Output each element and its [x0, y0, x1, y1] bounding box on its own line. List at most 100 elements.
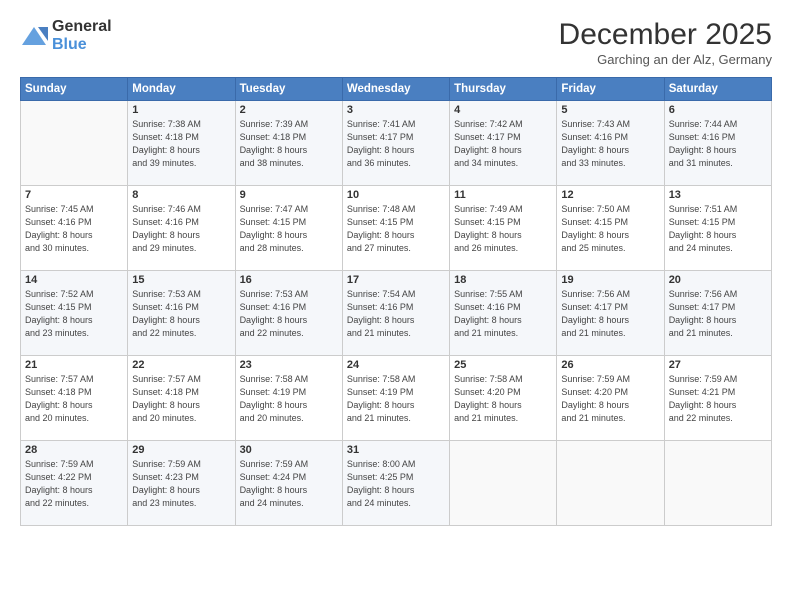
day-info-line: Daylight: 8 hours — [454, 144, 552, 157]
day-info-line: and 20 minutes. — [25, 412, 123, 425]
day-info-line: and 31 minutes. — [669, 157, 767, 170]
day-number: 17 — [347, 274, 445, 286]
day-info-line: Daylight: 8 hours — [25, 484, 123, 497]
day-info-line: Daylight: 8 hours — [25, 399, 123, 412]
calendar-cell: 9Sunrise: 7:47 AMSunset: 4:15 PMDaylight… — [235, 186, 342, 271]
day-info-line: Sunrise: 7:56 AM — [561, 288, 659, 301]
week-row-4: 28Sunrise: 7:59 AMSunset: 4:22 PMDayligh… — [21, 441, 772, 526]
day-info-line: and 25 minutes. — [561, 242, 659, 255]
day-info: Sunrise: 7:52 AMSunset: 4:15 PMDaylight:… — [25, 288, 123, 340]
day-info: Sunrise: 7:38 AMSunset: 4:18 PMDaylight:… — [132, 118, 230, 170]
day-info: Sunrise: 7:49 AMSunset: 4:15 PMDaylight:… — [454, 203, 552, 255]
day-number: 24 — [347, 359, 445, 371]
day-info-line: and 22 minutes. — [132, 327, 230, 340]
calendar-cell — [557, 441, 664, 526]
day-info-line: Daylight: 8 hours — [347, 229, 445, 242]
day-info-line: and 33 minutes. — [561, 157, 659, 170]
day-info: Sunrise: 7:57 AMSunset: 4:18 PMDaylight:… — [25, 373, 123, 425]
calendar-cell: 21Sunrise: 7:57 AMSunset: 4:18 PMDayligh… — [21, 356, 128, 441]
day-info-line: Daylight: 8 hours — [561, 144, 659, 157]
day-number: 18 — [454, 274, 552, 286]
day-info-line: Sunset: 4:17 PM — [669, 301, 767, 314]
day-info-line: and 28 minutes. — [240, 242, 338, 255]
day-info: Sunrise: 7:56 AMSunset: 4:17 PMDaylight:… — [561, 288, 659, 340]
calendar-cell: 28Sunrise: 7:59 AMSunset: 4:22 PMDayligh… — [21, 441, 128, 526]
day-info: Sunrise: 7:59 AMSunset: 4:22 PMDaylight:… — [25, 458, 123, 510]
calendar-cell — [664, 441, 771, 526]
calendar-cell: 23Sunrise: 7:58 AMSunset: 4:19 PMDayligh… — [235, 356, 342, 441]
day-info-line: Sunset: 4:16 PM — [132, 216, 230, 229]
day-info-line: Daylight: 8 hours — [454, 229, 552, 242]
day-info-line: Sunrise: 7:54 AM — [347, 288, 445, 301]
week-row-3: 21Sunrise: 7:57 AMSunset: 4:18 PMDayligh… — [21, 356, 772, 441]
day-info-line: Sunset: 4:16 PM — [669, 131, 767, 144]
calendar-cell: 2Sunrise: 7:39 AMSunset: 4:18 PMDaylight… — [235, 101, 342, 186]
day-number: 20 — [669, 274, 767, 286]
col-header-tuesday: Tuesday — [235, 78, 342, 101]
day-info: Sunrise: 7:42 AMSunset: 4:17 PMDaylight:… — [454, 118, 552, 170]
day-number: 7 — [25, 189, 123, 201]
day-info: Sunrise: 7:59 AMSunset: 4:24 PMDaylight:… — [240, 458, 338, 510]
day-info-line: Daylight: 8 hours — [561, 399, 659, 412]
day-info-line: Sunrise: 7:51 AM — [669, 203, 767, 216]
col-header-thursday: Thursday — [450, 78, 557, 101]
day-info-line: Sunrise: 7:43 AM — [561, 118, 659, 131]
day-info-line: Sunrise: 7:59 AM — [132, 458, 230, 471]
day-info-line: Sunrise: 7:56 AM — [669, 288, 767, 301]
day-number: 1 — [132, 104, 230, 116]
day-number: 29 — [132, 444, 230, 456]
week-row-2: 14Sunrise: 7:52 AMSunset: 4:15 PMDayligh… — [21, 271, 772, 356]
day-info-line: Sunrise: 7:55 AM — [454, 288, 552, 301]
day-info-line: and 30 minutes. — [25, 242, 123, 255]
day-info-line: Daylight: 8 hours — [347, 314, 445, 327]
day-info-line: and 21 minutes. — [561, 412, 659, 425]
day-number: 10 — [347, 189, 445, 201]
col-header-sunday: Sunday — [21, 78, 128, 101]
day-info-line: Daylight: 8 hours — [25, 229, 123, 242]
day-info-line: Sunrise: 7:47 AM — [240, 203, 338, 216]
day-info-line: Daylight: 8 hours — [240, 399, 338, 412]
day-info-line: Sunset: 4:16 PM — [25, 216, 123, 229]
day-info-line: and 23 minutes. — [132, 497, 230, 510]
calendar-page: General Blue December 2025 Garching an d… — [0, 0, 792, 612]
day-info: Sunrise: 7:43 AMSunset: 4:16 PMDaylight:… — [561, 118, 659, 170]
day-info-line: Sunrise: 7:58 AM — [347, 373, 445, 386]
day-info-line: Sunset: 4:20 PM — [561, 386, 659, 399]
day-info-line: and 22 minutes. — [25, 497, 123, 510]
day-info-line: Daylight: 8 hours — [669, 144, 767, 157]
calendar-cell: 8Sunrise: 7:46 AMSunset: 4:16 PMDaylight… — [128, 186, 235, 271]
day-info: Sunrise: 7:54 AMSunset: 4:16 PMDaylight:… — [347, 288, 445, 340]
day-info: Sunrise: 7:58 AMSunset: 4:20 PMDaylight:… — [454, 373, 552, 425]
day-info-line: Sunrise: 7:57 AM — [25, 373, 123, 386]
header: General Blue December 2025 Garching an d… — [20, 18, 772, 67]
day-info: Sunrise: 7:48 AMSunset: 4:15 PMDaylight:… — [347, 203, 445, 255]
logo-text: General Blue — [52, 18, 112, 54]
calendar-cell: 18 Sunrise: 7:55 AMSunset: 4:16 PMDayligh… — [450, 271, 557, 356]
day-info-line: Daylight: 8 hours — [669, 229, 767, 242]
day-info-line: Sunrise: 7:52 AM — [25, 288, 123, 301]
day-info-line: Sunset: 4:15 PM — [25, 301, 123, 314]
day-info-line: and 20 minutes. — [240, 412, 338, 425]
calendar-table: SundayMondayTuesdayWednesdayThursdayFrid… — [20, 77, 772, 526]
day-info-line: Daylight: 8 hours — [132, 314, 230, 327]
day-info-line: Sunset: 4:23 PM — [132, 471, 230, 484]
day-number: 3 — [347, 104, 445, 116]
col-header-wednesday: Wednesday — [342, 78, 449, 101]
calendar-cell: 22Sunrise: 7:57 AMSunset: 4:18 PMDayligh… — [128, 356, 235, 441]
day-info: Sunrise: 7:56 AMSunset: 4:17 PMDaylight:… — [669, 288, 767, 340]
day-info-line: Daylight: 8 hours — [347, 399, 445, 412]
day-info-line: and 21 minutes. — [454, 412, 552, 425]
day-info-line: Daylight: 8 hours — [347, 484, 445, 497]
day-info-line: Sunrise: 7:59 AM — [25, 458, 123, 471]
day-info-line: Daylight: 8 hours — [454, 314, 552, 327]
day-info: Sunrise: 7:39 AMSunset: 4:18 PMDaylight:… — [240, 118, 338, 170]
col-header-friday: Friday — [557, 78, 664, 101]
day-info-line: Sunrise: 7:58 AM — [454, 373, 552, 386]
day-info: Sunrise: 7:44 AMSunset: 4:16 PMDaylight:… — [669, 118, 767, 170]
day-info-line: and 24 minutes. — [347, 497, 445, 510]
day-info-line: Daylight: 8 hours — [132, 229, 230, 242]
day-info-line: Sunset: 4:15 PM — [454, 216, 552, 229]
day-info-line: Sunset: 4:16 PM — [454, 301, 552, 314]
day-info-line: Daylight: 8 hours — [240, 144, 338, 157]
day-info-line: and 29 minutes. — [132, 242, 230, 255]
